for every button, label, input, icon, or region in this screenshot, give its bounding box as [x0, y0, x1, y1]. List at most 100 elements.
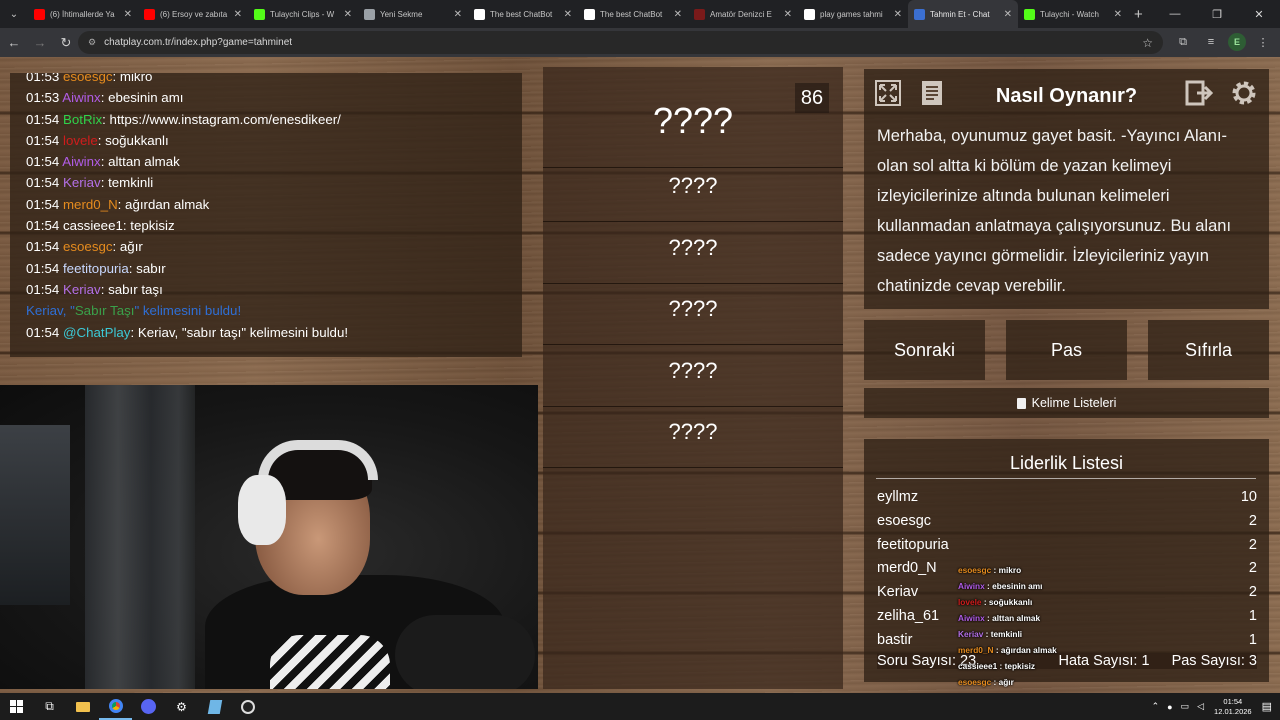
browser-tab[interactable]: The best ChatBot ✕ [468, 0, 578, 28]
address-bar[interactable]: ⚙ chatplay.com.tr/index.php?game=tahmine… [78, 31, 1163, 54]
restore-icon[interactable]: ❐ [1196, 0, 1238, 28]
chrome-icon[interactable] [99, 693, 132, 720]
kick-icon [1024, 8, 1035, 20]
tab-search-icon[interactable]: ⌄ [0, 0, 28, 28]
next-button[interactable]: Sonraki [864, 320, 985, 380]
webcam-curtain [85, 385, 195, 689]
windows-start-icon[interactable] [0, 693, 33, 720]
chat-panel: 01:53 esoesgc: mikro 01:53 Aiwinx: ebesin… [10, 73, 522, 357]
game-page: 01:53 esoesgc: mikro 01:53 Aiwinx: ebesin… [0, 57, 1280, 693]
browser-tab[interactable]: play games tahmi ✕ [798, 0, 908, 28]
notification-icon[interactable]: ▤ [1262, 700, 1272, 713]
task-view-icon[interactable]: ⧉ [33, 693, 66, 720]
tab-title: (6) İhtimallerde Ya [50, 9, 115, 19]
overlay-chat-msg: : temkinli [983, 629, 1023, 639]
browser-toolbar: ← → ↻ ⚙ chatplay.com.tr/index.php?game=t… [0, 28, 1280, 57]
overlay-chat-user: lovele [958, 597, 982, 607]
back-icon[interactable]: ← [2, 31, 26, 55]
browser-tab[interactable]: Amatör Denizci E ✕ [688, 0, 798, 28]
media-icon[interactable]: ≡ [1200, 31, 1222, 53]
webcam-headphone [238, 475, 286, 545]
overlay-chat-user: esoesgc [958, 677, 992, 687]
obs-icon[interactable] [231, 693, 264, 720]
tab-close-icon[interactable]: ✕ [564, 9, 572, 20]
overlay-chat-line: Aiwinx : ebesinin amı [958, 578, 1098, 594]
exit-icon[interactable] [1184, 77, 1216, 109]
youtube-icon [144, 8, 155, 20]
settings-gear-icon[interactable] [1228, 77, 1260, 109]
tab-close-icon[interactable]: ✕ [674, 9, 682, 20]
player-name: zeliha_61 [877, 608, 940, 624]
browser-tab[interactable]: Tulaychi Clips - W ✕ [248, 0, 358, 28]
tray-chevron-icon[interactable]: ⌃ [1152, 701, 1160, 712]
chat-user: lovele [62, 132, 98, 148]
clock[interactable]: 01:54 12.01.2026 [1214, 697, 1252, 717]
tab-title: play games tahmi [820, 9, 883, 19]
browser-tab[interactable]: Yeni Sekme ✕ [358, 0, 468, 28]
mic-icon[interactable]: ● [1167, 702, 1172, 712]
new-tab-icon[interactable]: + [1134, 6, 1143, 23]
overlay-chat-msg: : mikro [991, 565, 1022, 575]
chat-time: 01:53 [26, 90, 60, 106]
reload-icon[interactable]: ↻ [54, 31, 78, 55]
chat-user: @ChatPlay [62, 324, 131, 340]
chat-time: 01:54 [26, 324, 60, 340]
overlay-chat-msg: : ağır [991, 677, 1014, 687]
profile-avatar[interactable]: E [1228, 33, 1246, 51]
webcam-mic [395, 615, 535, 689]
tab-close-icon[interactable]: ✕ [1004, 9, 1012, 20]
system-tray: ⌃ ● ▭ ◁ 01:54 12.01.2026 ▤ [1148, 693, 1280, 720]
volume-icon[interactable]: ◁ [1197, 701, 1204, 712]
chat-line: 01:54 feetitopuria: sabır [26, 258, 522, 279]
tab-close-icon[interactable]: ✕ [1114, 9, 1122, 20]
howto-text: Merhaba, oyunumuz gayet basit. -Yayıncı … [877, 127, 1232, 295]
player-name: feetitopuria [877, 536, 949, 553]
clock-time: 01:54 [1223, 696, 1243, 706]
bookmark-star-icon[interactable]: ☆ [1142, 36, 1153, 50]
chat-line-system: 01:54 @ChatPlay: Keriav, "sabır taşı" ke… [26, 322, 522, 343]
menu-icon[interactable]: ⋮ [1252, 31, 1274, 53]
overlay-chat-user: merd0_N [958, 645, 994, 655]
close-window-icon[interactable]: ✕ [1238, 0, 1280, 28]
chat-user: BotRix [62, 111, 103, 127]
app-icon[interactable] [198, 693, 231, 720]
tab-close-icon[interactable]: ✕ [454, 9, 462, 20]
overlay-chat: esoesgc : mikro Aiwinx : ebesinin amı love… [958, 562, 1098, 693]
player-score: 2 [1248, 584, 1257, 601]
tab-title: Yeni Sekme [380, 9, 423, 19]
minimize-icon[interactable]: — [1154, 0, 1196, 28]
tab-close-icon[interactable]: ✕ [784, 9, 792, 20]
leaderboard-row: feetitopuria 2 [877, 537, 1257, 561]
browser-tab[interactable]: Tulaychi - Watch ✕ [1018, 0, 1128, 28]
tab-close-icon[interactable]: ✕ [894, 9, 902, 20]
webcam-headphone-band [258, 440, 378, 480]
pass-button[interactable]: Pas [1006, 320, 1127, 380]
tab-close-icon[interactable]: ✕ [234, 9, 242, 20]
reset-button[interactable]: Sıfırla [1148, 320, 1269, 380]
leaderboard-row: eyllmz 10 [877, 489, 1257, 513]
chat-msg: : tepkisiz [122, 218, 175, 234]
browser-tab[interactable]: (6) Ersoy ve zabıta ✕ [138, 0, 248, 28]
extensions-icon[interactable]: ⧉ [1172, 31, 1194, 53]
chat-msg: : ağır [112, 239, 143, 255]
site-info-icon[interactable]: ⚙ [88, 37, 96, 48]
browser-tab[interactable]: (6) İhtimallerde Ya ✕ [28, 0, 138, 28]
discord-icon[interactable] [132, 693, 165, 720]
chat-user: esoesgc [62, 73, 113, 84]
overlay-chat-line: esoesgc : ağır [958, 674, 1098, 690]
browser-tab[interactable]: Tahmin Et - Chat ✕ [908, 0, 1018, 28]
overlay-chat-line: cassieee1 : tepkisiz [958, 658, 1098, 674]
overlay-chat-line: lovele : soğukkanlı [958, 594, 1098, 610]
chat-line: 01:54 cassieee1: tepkisiz [26, 215, 522, 236]
tab-close-icon[interactable]: ✕ [344, 9, 352, 20]
network-icon[interactable]: ▭ [1181, 701, 1190, 712]
file-explorer-icon[interactable] [66, 693, 99, 720]
tab-close-icon[interactable]: ✕ [124, 9, 132, 20]
browser-tab[interactable]: The best ChatBot ✕ [578, 0, 688, 28]
settings-icon[interactable]: ⚙ [165, 693, 198, 720]
chat-line: 01:54 esoesgc: ağır [26, 236, 522, 257]
word-divider [543, 221, 843, 222]
forward-icon[interactable]: → [28, 31, 52, 55]
overlay-chat-msg: : ağırdan almak [993, 645, 1057, 655]
word-lists-button[interactable]: Kelime Listeleri [864, 388, 1269, 418]
